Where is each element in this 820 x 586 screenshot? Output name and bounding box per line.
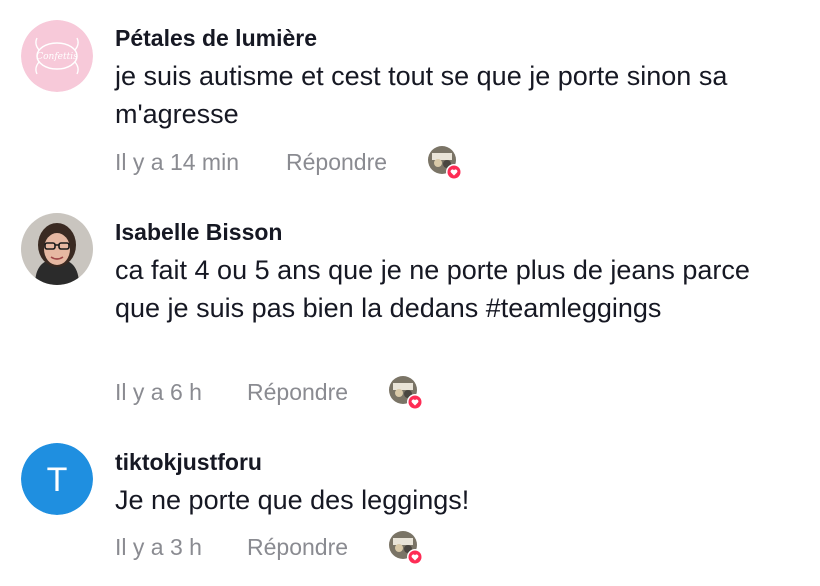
reply-button[interactable]: Répondre bbox=[286, 149, 387, 176]
avatar-initial: T bbox=[47, 461, 68, 499]
comment-item: T tiktokjustforu Je ne porte que des leg… bbox=[0, 430, 820, 586]
timestamp: Il y a 3 h bbox=[115, 534, 202, 560]
username[interactable]: Pétales de lumière bbox=[115, 25, 317, 52]
creator-liked-icon bbox=[387, 529, 425, 567]
avatar[interactable]: Confettis bbox=[21, 20, 93, 92]
comment-item: Confettis Pétales de lumière je suis aut… bbox=[0, 0, 820, 190]
avatar[interactable]: T bbox=[21, 443, 93, 515]
reply-button[interactable]: Répondre bbox=[247, 379, 348, 406]
avatar[interactable] bbox=[21, 213, 93, 285]
username[interactable]: tiktokjustforu bbox=[115, 449, 262, 476]
comment-text: je suis autisme et cest tout se que je p… bbox=[115, 61, 728, 129]
username[interactable]: Isabelle Bisson bbox=[115, 219, 282, 246]
reply-button[interactable]: Répondre bbox=[247, 534, 348, 561]
timestamp: Il y a 14 min bbox=[115, 149, 239, 175]
comment-text: ca fait 4 ou 5 ans que je ne porte plus … bbox=[115, 255, 750, 323]
comment-text: Je ne porte que des leggings! bbox=[115, 485, 470, 515]
avatar-logo-text: Confettis bbox=[36, 52, 78, 62]
creator-liked-icon bbox=[426, 144, 464, 182]
creator-liked-icon bbox=[387, 374, 425, 412]
timestamp: Il y a 6 h bbox=[115, 379, 202, 405]
comment-item: Isabelle Bisson ca fait 4 ou 5 ans que j… bbox=[0, 200, 820, 425]
